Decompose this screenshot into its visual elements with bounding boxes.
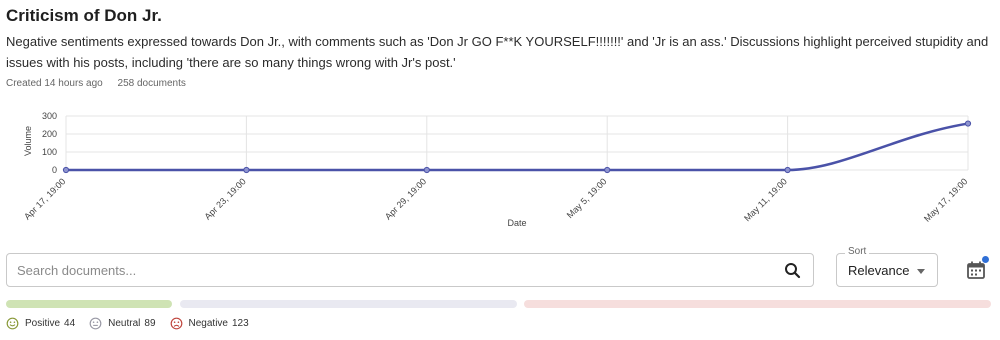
y-axis-label: Volume bbox=[23, 126, 33, 156]
data-point[interactable] bbox=[604, 166, 611, 174]
y-tick-label: 0 bbox=[52, 165, 57, 175]
x-tick-label: May 17, 19:00 bbox=[922, 176, 969, 223]
legend-positive: Positive 44 bbox=[6, 317, 75, 330]
legend-neutral: Neutral 89 bbox=[89, 317, 156, 330]
volume-series-line bbox=[64, 122, 970, 172]
data-point[interactable] bbox=[784, 166, 791, 174]
data-point[interactable] bbox=[964, 120, 972, 127]
filter-active-dot bbox=[982, 256, 989, 263]
chevron-down-icon bbox=[917, 269, 925, 274]
negative-sentiment-bar[interactable] bbox=[524, 300, 991, 308]
y-tick-label: 100 bbox=[42, 147, 57, 157]
sentiment-legend: Positive 44 Neutral 89 Negative 123 bbox=[6, 317, 263, 330]
x-tick-label: Apr 17, 19:00 bbox=[22, 176, 67, 221]
y-tick-label: 200 bbox=[42, 129, 57, 139]
positive-sentiment-bar[interactable] bbox=[6, 300, 172, 308]
neutral-label: Neutral bbox=[108, 318, 141, 329]
positive-label: Positive bbox=[25, 318, 61, 329]
topic-meta: Created 14 hours ago 258 documents bbox=[6, 78, 186, 89]
document-count: 258 documents bbox=[117, 78, 186, 89]
positive-count: 44 bbox=[64, 318, 76, 329]
search-bar bbox=[6, 253, 814, 287]
x-tick-label: May 5, 19:00 bbox=[565, 176, 609, 220]
frown-icon bbox=[170, 317, 182, 330]
volume-chart: 0 100 200 300 Apr 17, 19:00 Apr 23, 19:00 Apr… bbox=[22, 111, 972, 228]
page-title: Criticism of Don Jr. bbox=[6, 6, 162, 25]
topic-description: Negative sentiments expressed towards Do… bbox=[6, 34, 989, 70]
x-tick-label: Apr 29, 19:00 bbox=[383, 176, 428, 221]
data-point[interactable] bbox=[423, 166, 430, 174]
negative-count: 123 bbox=[231, 318, 249, 329]
search-input[interactable] bbox=[17, 254, 757, 286]
sort-label: Sort bbox=[845, 246, 870, 257]
sort-value: Relevance bbox=[848, 263, 910, 278]
x-tick-label: May 11, 19:00 bbox=[742, 176, 789, 223]
search-icon[interactable] bbox=[783, 261, 803, 281]
x-axis-label: Date bbox=[507, 218, 526, 228]
negative-label: Negative bbox=[188, 318, 228, 329]
data-point[interactable] bbox=[62, 166, 70, 174]
sort-select[interactable]: Sort Relevance bbox=[836, 246, 938, 287]
neutral-sentiment-bar[interactable] bbox=[180, 300, 517, 308]
neutral-face-icon bbox=[89, 317, 102, 330]
y-tick-label: 300 bbox=[42, 111, 57, 121]
x-tick-label: Apr 23, 19:00 bbox=[203, 176, 248, 221]
created-time: Created 14 hours ago bbox=[6, 78, 103, 89]
data-point[interactable] bbox=[243, 166, 250, 174]
legend-negative: Negative 123 bbox=[170, 317, 249, 330]
neutral-count: 89 bbox=[144, 318, 156, 329]
smile-icon bbox=[6, 317, 19, 330]
